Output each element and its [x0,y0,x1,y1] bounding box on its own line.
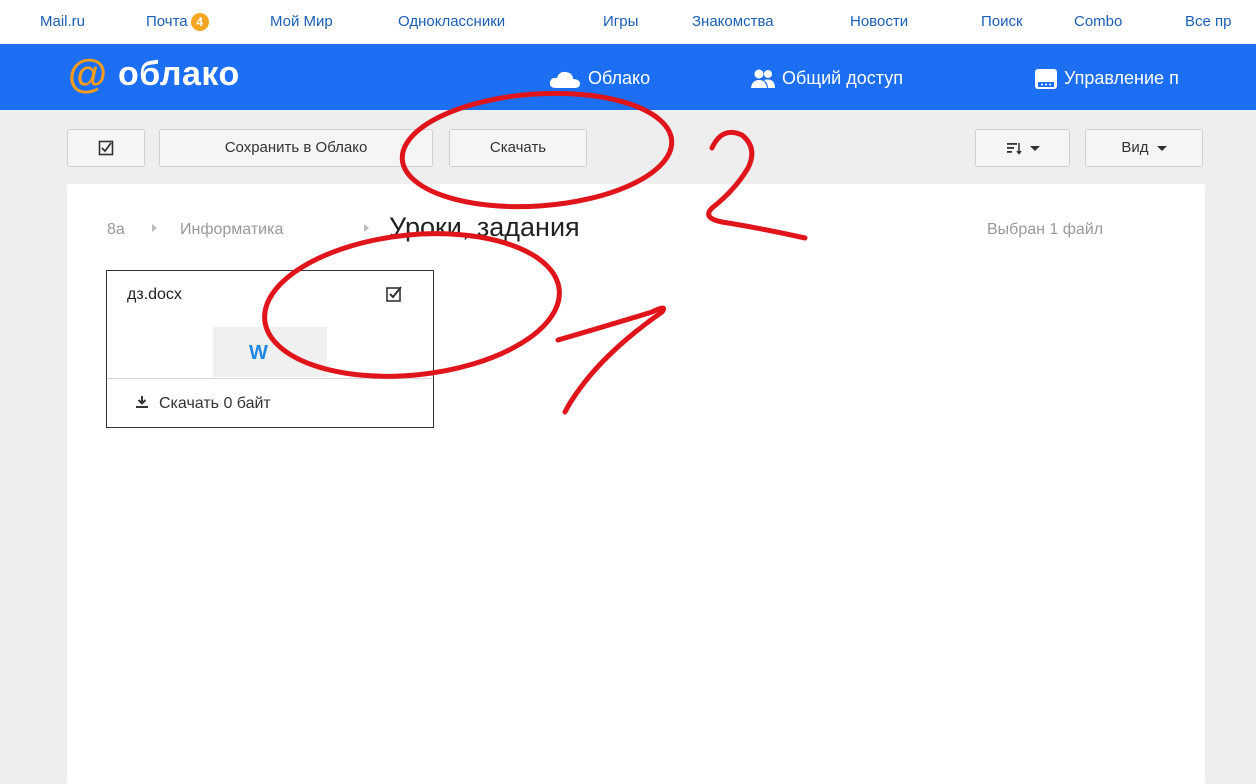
select-all-button[interactable] [67,129,145,167]
nav-shared-label: Общий доступ [782,68,903,88]
portal-nav-bar: Mail.ru Почта 4 Мой Мир Одноклассники Игр… [0,0,1256,44]
portal-link-odnoklassniki[interactable]: Одноклассники [398,13,505,31]
download-icon [136,396,148,408]
checkbox-icon [98,140,114,156]
file-download-label: Скачать 0 байт [159,395,271,412]
portal-link-mail[interactable]: Почта 4 [146,13,209,31]
logo-text[interactable]: облако [118,54,240,94]
file-name[interactable]: дз.docx [127,285,182,305]
file-thumbnail[interactable] [213,327,327,377]
portal-link-moimir[interactable]: Мой Мир [270,13,333,31]
unread-badge: 4 [190,13,209,31]
users-icon [751,69,775,89]
portal-link-mail-label: Почта [146,13,188,30]
file-card-divider [107,378,433,379]
nav-manage[interactable]: Управление п [1034,66,1179,90]
portal-link-mailru[interactable]: Mail.ru [40,13,85,31]
page-title: Уроки, задания [389,212,580,242]
sort-button[interactable] [975,129,1070,167]
sort-chevron-down-icon [1029,145,1040,151]
portal-link-all-projects[interactable]: Все пр [1185,13,1231,31]
view-dropdown[interactable]: Вид [1085,129,1203,167]
file-checkbox[interactable] [385,285,403,303]
word-doc-icon: W [249,342,268,364]
portal-link-combo[interactable]: Combo [1074,13,1122,31]
file-card[interactable]: дз.docx W Скачать 0 байт [106,270,434,428]
portal-link-dating[interactable]: Знакомства [692,13,774,31]
download-button[interactable]: Скачать [449,129,587,167]
nav-cloud[interactable]: Облако [548,66,650,90]
file-download-link[interactable]: Скачать 0 байт [135,394,271,414]
breadcrumb-separator-icon [152,224,157,232]
portal-link-news[interactable]: Новости [850,13,908,31]
nav-manage-label: Управление п [1064,68,1179,88]
save-to-cloud-button[interactable]: Сохранить в Облако [159,129,433,167]
breadcrumb-item-informatika[interactable]: Информатика [180,220,283,240]
portal-link-search[interactable]: Поиск [981,13,1023,31]
nav-cloud-label: Облако [588,68,651,88]
breadcrumb-item-8a[interactable]: 8а [107,220,125,240]
nav-shared[interactable]: Общий доступ [750,66,903,90]
view-dropdown-label: Вид [1121,139,1149,156]
cloud-icon [549,72,580,89]
logo-at-icon[interactable]: @ [68,52,112,96]
breadcrumb-separator-icon [364,224,369,232]
manage-icon [1035,69,1057,90]
portal-link-games[interactable]: Игры [603,13,638,31]
sort-icon [1006,143,1022,155]
selection-status: Выбран 1 файл [987,221,1104,238]
cloud-header: @ облако Облако Общий доступ Управление … [0,44,1256,110]
view-chevron-down-icon [1156,145,1167,151]
